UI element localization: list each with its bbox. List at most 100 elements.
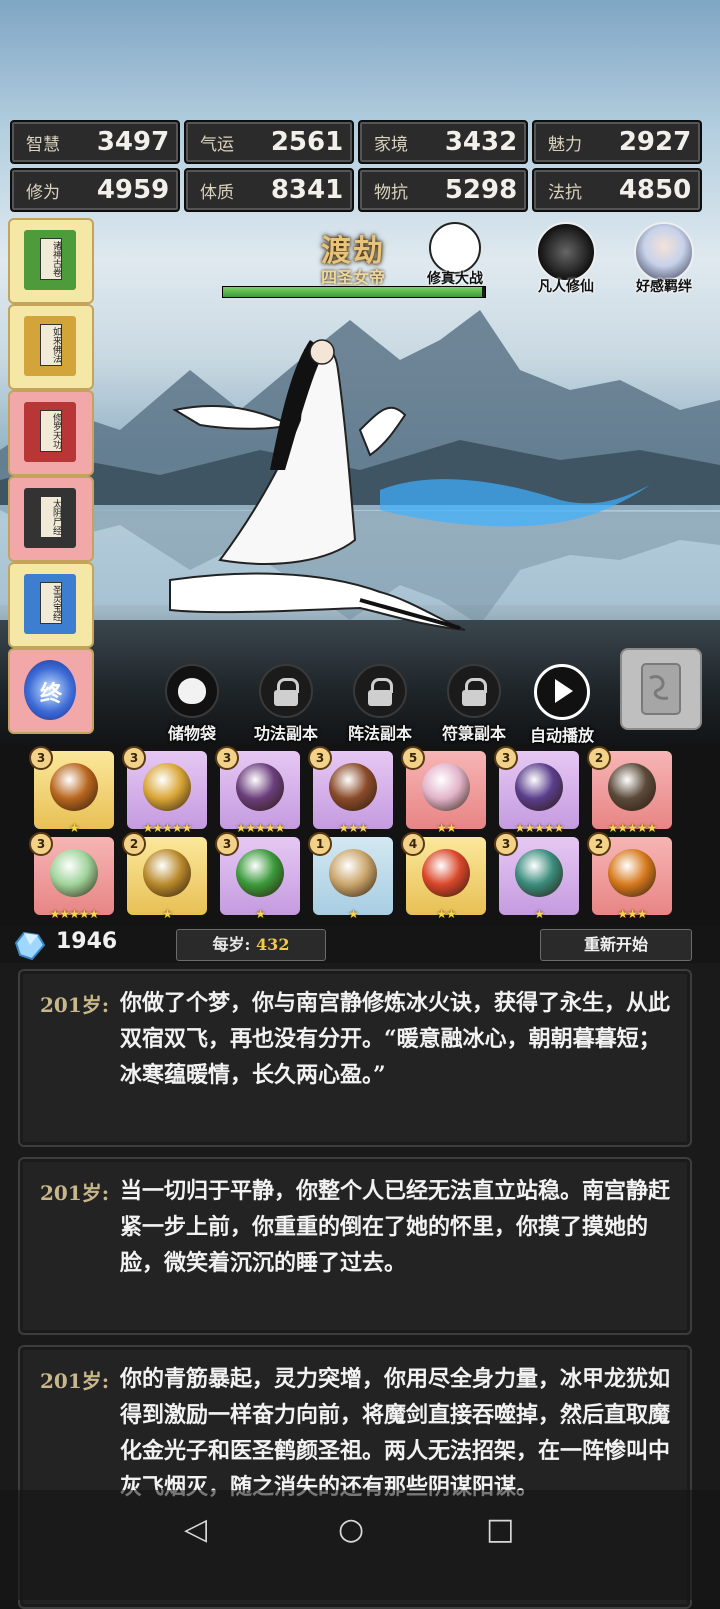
log-age: 201岁:	[40, 1181, 110, 1205]
equipment-item[interactable]: 2 ★	[122, 832, 207, 921]
equipment-item[interactable]: 3 ★★★	[308, 746, 393, 835]
book-button[interactable]: 圣灵宝经	[8, 562, 94, 648]
equipment-item[interactable]: 3 ★★★★★	[215, 746, 300, 835]
book-button[interactable]: 诸神古卷	[8, 218, 94, 304]
book-button[interactable]: 修罗天功	[8, 390, 94, 476]
auto-play-button[interactable]: 自动播放	[516, 664, 608, 745]
log-text: 你做了个梦，你与南宫静修炼冰火诀，获得了永生，从此双宿双飞，再也没有分开。“暖意…	[120, 990, 671, 1088]
stat-value: 4850	[618, 175, 692, 205]
affinity-button[interactable]: 好感羁绊	[622, 222, 706, 296]
equipment-item[interactable]: 4 ★★	[401, 832, 486, 921]
equipment-item[interactable]: 3 ★	[494, 832, 579, 921]
log-text: 当一切归于平静，你整个人已经无法直立站稳。南宫静赶紧一步上前，你重重的倒在了她的…	[120, 1178, 671, 1276]
stat-magic-resist: 法抗 4850	[532, 168, 702, 212]
equipment-item[interactable]: 3 ★★★★★	[494, 746, 579, 835]
game-scene: 智慧 3497 气运 2561 家境 3432 魅力 2927 修为 4959 …	[0, 0, 720, 745]
cultivation-war-button[interactable]: 修真大战	[420, 222, 490, 288]
technique-dungeon-button[interactable]: 功法副本	[240, 664, 332, 744]
log-age: 201岁:	[40, 993, 110, 1017]
log-text: 你的青筋暴起，灵力突增，你用尽全身力量，冰甲龙犹如得到激励一样奋力向前，将魔剑直…	[120, 1366, 671, 1500]
talisman-dungeon-button[interactable]: 符箓副本	[428, 664, 520, 744]
item-level-badge: 1	[308, 832, 332, 856]
equipment-item[interactable]: 3 ★★★★★	[29, 832, 114, 921]
jade-seal-icon	[50, 849, 98, 897]
lock-icon	[259, 664, 313, 718]
stat-value: 2927	[618, 127, 692, 157]
hammer-icon	[608, 763, 656, 811]
cultivator-figure	[169, 339, 466, 631]
realm-progress-fill	[223, 287, 483, 297]
spirit-stone-count: 1946	[56, 929, 118, 954]
dragon-ring-icon	[143, 849, 191, 897]
equipment-item[interactable]: 5 ★★	[401, 746, 486, 835]
item-level-badge: 3	[494, 832, 518, 856]
back-button[interactable]: ◁	[184, 1512, 207, 1547]
cauldron-icon	[608, 849, 656, 897]
item-level-badge: 2	[587, 832, 611, 856]
technique-dungeon-label: 功法副本	[253, 724, 318, 743]
item-level-badge: 3	[215, 746, 239, 770]
log-age: 201岁:	[40, 1369, 110, 1393]
book-title: 诸神古卷	[40, 238, 62, 280]
fan-crossbow-icon	[50, 763, 98, 811]
stat-label: 家境	[374, 134, 408, 155]
item-level-badge: 2	[122, 832, 146, 856]
resource-strip: 1946 每岁: 432 重新开始	[0, 925, 720, 963]
stat-value: 8341	[270, 175, 344, 205]
stat-label: 体质	[200, 182, 234, 203]
book-title: 太阴尸经	[40, 496, 62, 538]
equipment-item[interactable]: 2 ★★★★★	[587, 746, 672, 835]
item-level-badge: 3	[29, 746, 53, 770]
stat-value: 3497	[96, 127, 170, 157]
equipment-item[interactable]: 2 ★★★	[587, 832, 672, 921]
recent-apps-button[interactable]: □	[486, 1512, 514, 1547]
log-entry: 201岁: 当一切归于平静，你整个人已经无法直立站稳。南宫静赶紧一步上前，你重重…	[18, 1157, 692, 1335]
scroll-icon[interactable]	[620, 648, 702, 730]
mortal-immortal-button[interactable]: 凡人修仙	[526, 222, 606, 296]
book-button[interactable]: 太阴尸经	[8, 476, 94, 562]
stat-label: 魅力	[548, 134, 582, 155]
girl-portrait-icon	[634, 222, 694, 282]
item-level-badge: 3	[494, 746, 518, 770]
storage-bag-button[interactable]: 储物袋	[146, 664, 238, 744]
item-stars: ★	[162, 907, 173, 921]
item-stars: ★★	[436, 907, 457, 921]
equipment-item[interactable]: 3 ★	[215, 832, 300, 921]
mortal-immortal-label: 凡人修仙	[538, 279, 594, 295]
equipment-item[interactable]: 1 ★	[308, 832, 393, 921]
item-stars: ★	[348, 907, 359, 921]
stat-label: 智慧	[26, 134, 60, 155]
per-year-label: 每岁:	[212, 935, 251, 954]
crystal-icon	[14, 931, 46, 961]
item-level-badge: 2	[587, 746, 611, 770]
stat-label: 物抗	[374, 182, 408, 203]
jade-hammer-icon	[515, 849, 563, 897]
item-level-badge: 3	[215, 832, 239, 856]
fire-boot-icon	[422, 849, 470, 897]
affinity-label: 好感羁绊	[636, 279, 692, 295]
equipment-item[interactable]: 3 ★	[29, 746, 114, 835]
ending-button[interactable]: 终	[8, 648, 94, 734]
book-button[interactable]: 如来佛法	[8, 304, 94, 390]
restart-button[interactable]: 重新开始	[540, 929, 692, 961]
item-level-badge: 3	[122, 746, 146, 770]
stat-value: 3432	[444, 127, 518, 157]
stat-value: 2561	[270, 127, 344, 157]
formation-dungeon-button[interactable]: 阵法副本	[334, 664, 426, 744]
meditation-icon	[429, 222, 481, 274]
formation-dungeon-label: 阵法副本	[347, 724, 412, 743]
home-button[interactable]: ○	[338, 1512, 364, 1547]
book-title: 圣灵宝经	[40, 582, 62, 624]
stat-value: 4959	[96, 175, 170, 205]
immortal-icon	[536, 222, 596, 282]
talisman-dungeon-label: 符箓副本	[441, 724, 506, 743]
equipment-item[interactable]: 3 ★★★★★	[122, 746, 207, 835]
scroll-glyph	[641, 663, 681, 715]
book-title: 如来佛法	[40, 324, 62, 366]
per-year-badge: 每岁: 432	[176, 929, 326, 961]
item-stars: ★★★	[617, 907, 647, 921]
item-level-badge: 3	[308, 746, 332, 770]
stat-wisdom: 智慧 3497	[10, 120, 180, 164]
stat-family: 家境 3432	[358, 120, 528, 164]
log-entry: 201岁: 你做了个梦，你与南宫静修炼冰火诀，获得了永生，从此双宿双飞，再也没有…	[18, 969, 692, 1147]
